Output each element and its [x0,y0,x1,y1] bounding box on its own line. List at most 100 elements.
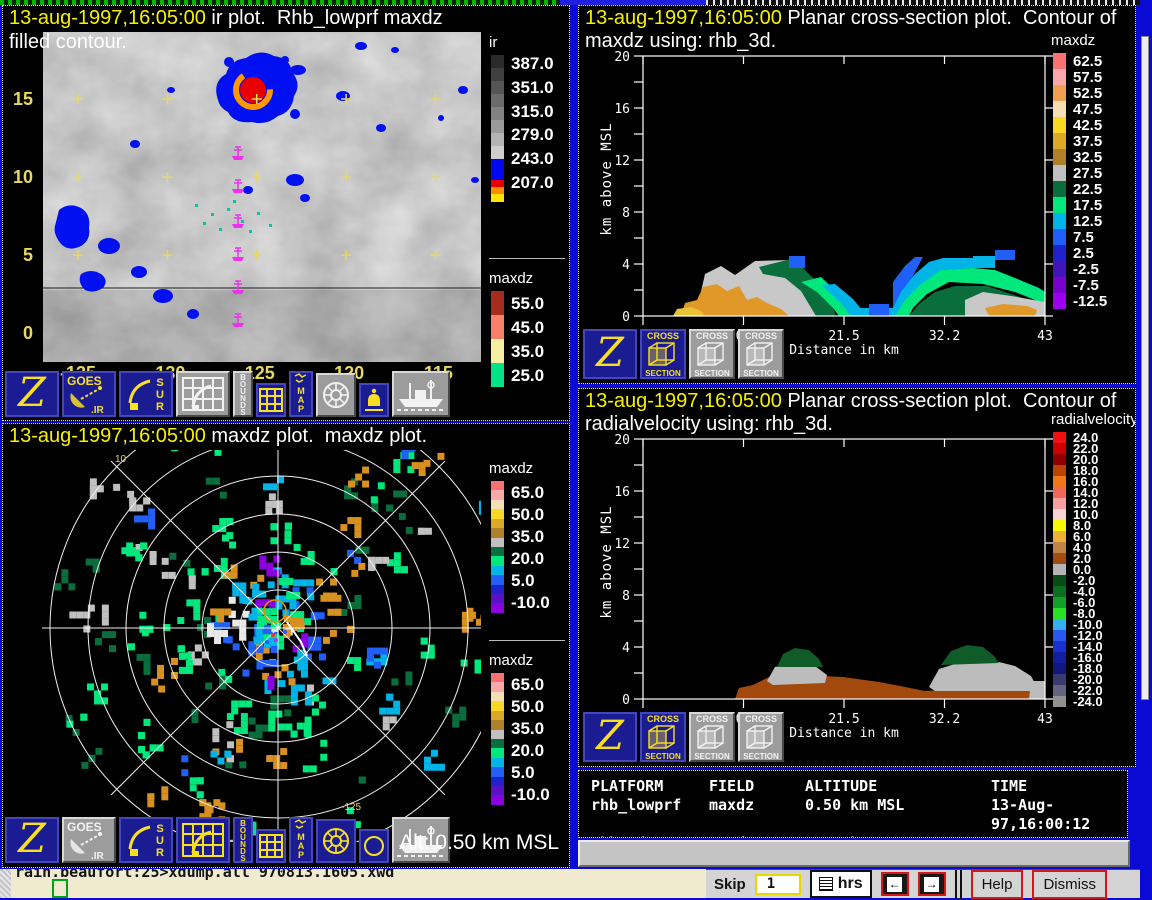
bounds-icon: BOUNDS [236,372,250,416]
z-button[interactable]: Z [583,712,637,762]
scale-segment [491,673,504,683]
svg-text:CROSS: CROSS [745,331,777,341]
xsec-radialvelocity-window: 13-aug-1997,16:05:00 Planar cross-sectio… [578,388,1136,767]
sur-button[interactable]: SUR [119,817,173,863]
timestamp: 13-aug-1997,16:05:00 [9,7,206,29]
cross-button[interactable]: CROSS SECTION [640,712,686,762]
scale-segment [1053,509,1066,520]
help-button[interactable]: Help [970,869,1024,899]
scale-tick-label: 50.0 [511,696,545,716]
terminal-window[interactable]: rain.beaufort:25>xdump.all 970813.1605.x… [0,869,706,898]
gridsmall-icon [258,387,284,413]
bounds-button[interactable]: BOUNDS [233,371,253,417]
z-button[interactable]: Z [583,329,637,379]
svg-text:CROSS: CROSS [647,331,679,341]
scale-tick-label: 315.0 [511,101,554,121]
scale-segment [1053,608,1066,619]
map-button[interactable]: MAP [289,817,313,863]
ir-window-title: 13-aug-1997,16:05:00 ir plot. Rhb_lowprf… [9,7,443,29]
scale-segment [491,107,504,120]
radar-ppi-display[interactable] [5,450,481,842]
skip-label: Skip [714,875,746,893]
scale-segment [491,187,504,194]
cross-button[interactable]: CROSS SECTION [738,712,784,762]
bounds-button[interactable]: BOUNDS [233,817,253,863]
svg-text:8: 8 [622,206,630,221]
goes-icon: GOES .IR [65,819,113,861]
map-icon: MAP [292,818,310,862]
scale-tick-label: 279.0 [511,125,554,145]
sur-icon: SUR [122,373,170,415]
z-button[interactable]: Z [5,371,59,417]
gear-button[interactable] [316,819,356,863]
z-button[interactable]: Z [5,817,59,863]
window-frame-bar [578,840,1130,867]
cross-button[interactable]: CROSS SECTION [738,329,784,379]
hours-unit-button[interactable]: hrs [809,870,872,898]
scale-segment [1053,586,1066,597]
scale-segment [491,481,504,491]
timestamp: 13-aug-1997,16:05:00 [9,425,206,447]
ship-icon [395,375,447,413]
dismiss-button[interactable]: Dismiss [1032,869,1107,899]
cross-button[interactable]: CROSS SECTION [689,712,735,762]
goes-button[interactable]: GOES .IR [62,817,116,863]
terminal-scrollbar[interactable] [0,869,11,898]
right-arrow-icon: → [924,876,940,892]
svg-text:43: 43 [1037,329,1053,344]
scale-segment [1053,245,1066,261]
xsec-maxdz-plot[interactable]: 2016128400.010.721.532.243Distance in km [614,50,1053,358]
scale-segment [1053,630,1066,641]
scale-segment [491,729,504,739]
svg-text:Z: Z [594,717,625,757]
sur-button[interactable]: SUR [119,371,173,417]
step-forward-button[interactable]: → [917,872,946,896]
goes-button[interactable]: GOES .IR [62,371,116,417]
gridradar-button[interactable] [176,817,230,863]
scale-tick-label: 2.5 [1073,244,1094,262]
status-header: PLATFORM [591,777,664,795]
scale-segment [1053,674,1066,685]
scale-segment [1053,277,1066,293]
gridradar-button[interactable] [176,371,230,417]
satellite-ir-display[interactable] [43,32,481,362]
scale-segment [1053,663,1066,674]
gridsmall-button[interactable] [256,829,286,863]
step-back-button[interactable]: ← [880,872,909,896]
map-button[interactable]: MAP [289,371,313,417]
ir-color-scale: ir 387.0 351.0 315.0 279.0 243.0 207.0 [489,34,569,202]
svg-text:GOES: GOES [67,820,102,834]
radialvelocity-color-scale: radialvelocity 24.0 22.0 20.0 18.0 16.0 14.0 12… [1051,411,1135,708]
gridsmall-button[interactable] [256,383,286,417]
xsec2-title: 13-aug-1997,16:05:00 Planar cross-sectio… [585,390,1117,412]
scale-tick-label: -7.5 [1073,276,1099,294]
scale-segment [491,757,504,768]
skip-value-input[interactable]: 1 [754,873,801,895]
ppi-toolbar: Z GOES .IR S U R B O U N D S M A P [5,817,450,863]
platform-status-window: PLATFORM FIELD ALTITUDE TIME rhb_lowprf maxdz… [578,770,1128,838]
scale-segment [1053,619,1066,630]
svg-text:S: S [156,377,163,389]
ship-button[interactable] [392,371,450,417]
gear-icon [319,824,353,858]
gear-button[interactable] [316,373,356,417]
svg-text:P: P [298,850,304,860]
svg-text:CROSS: CROSS [696,331,728,341]
svg-text:12: 12 [614,154,630,169]
svg-text:SECTION: SECTION [645,369,681,378]
scale-tick-label: 17.5 [1073,196,1103,214]
gridradar-icon [179,374,227,414]
xsec-radialvelocity-plot[interactable]: 2016128400.010.721.532.243Distance in km [614,433,1053,741]
bounds-icon: BOUNDS [236,818,250,862]
scale-segment [491,720,504,730]
cross-button[interactable]: CROSS SECTION [640,329,686,379]
scale-segment [1053,575,1066,586]
status-cell: 0.50 km MSL [805,796,905,814]
background-window-edge[interactable] [1141,36,1149,700]
scale-segment [491,68,504,81]
scale-segment [491,738,504,749]
circle-button[interactable] [359,829,389,863]
cross-button[interactable]: CROSS SECTION [689,329,735,379]
scale-segment [1053,652,1066,663]
buoy-button[interactable] [359,383,389,417]
